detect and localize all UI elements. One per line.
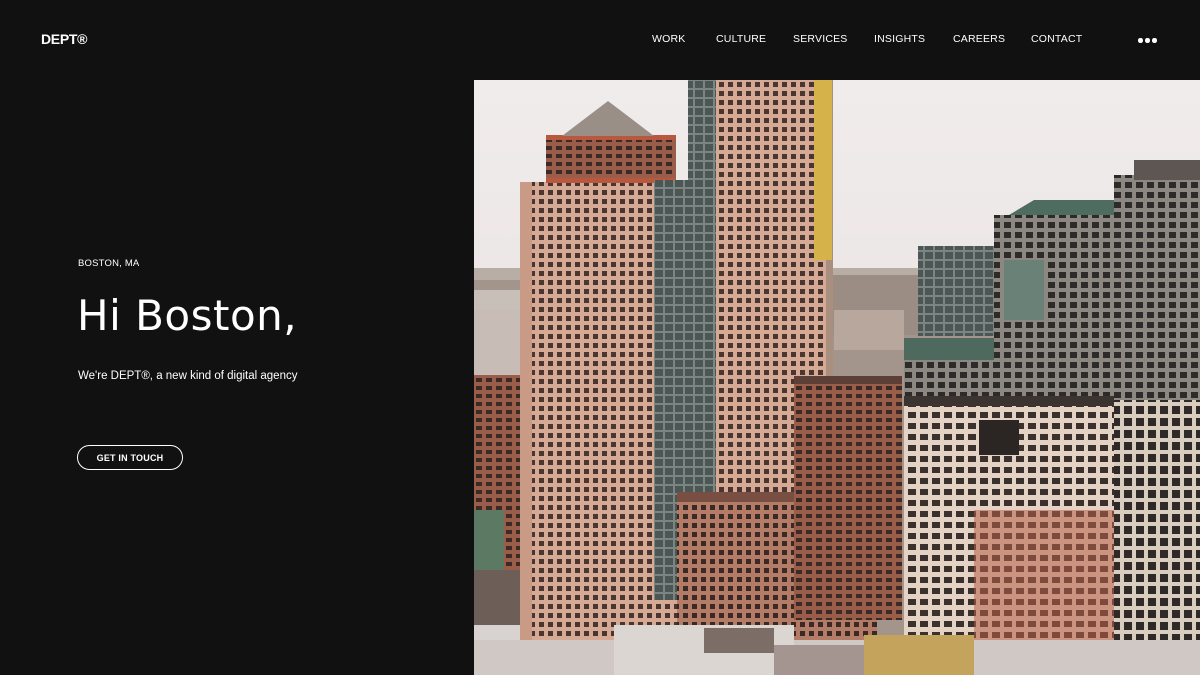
nav-item-contact[interactable]: CONTACT	[1031, 33, 1082, 45]
hero-subtitle: We're DEPT®, a new kind of digital agenc…	[78, 370, 298, 382]
page: DEPT® WORK CULTURE SERVICES INSIGHTS CAR…	[0, 0, 1200, 675]
dot-icon	[1152, 38, 1157, 43]
dot-icon	[1138, 38, 1143, 43]
nav-item-culture[interactable]: CULTURE	[716, 33, 766, 45]
more-horizontal-icon[interactable]	[1137, 33, 1159, 47]
nav-item-services[interactable]: SERVICES	[793, 33, 848, 45]
nav-item-insights[interactable]: INSIGHTS	[874, 33, 925, 45]
main-nav: WORK CULTURE SERVICES INSIGHTS CAREERS C…	[0, 33, 1200, 47]
nav-item-careers[interactable]: CAREERS	[953, 33, 1005, 45]
location-label: BOSTON, MA	[78, 258, 140, 269]
boston-skyline-image	[474, 80, 1200, 675]
get-in-touch-button[interactable]: GET IN TOUCH	[77, 445, 183, 470]
nav-item-work[interactable]: WORK	[652, 33, 685, 45]
hero-headline: Hi Boston,	[77, 291, 298, 340]
dot-icon	[1145, 38, 1150, 43]
